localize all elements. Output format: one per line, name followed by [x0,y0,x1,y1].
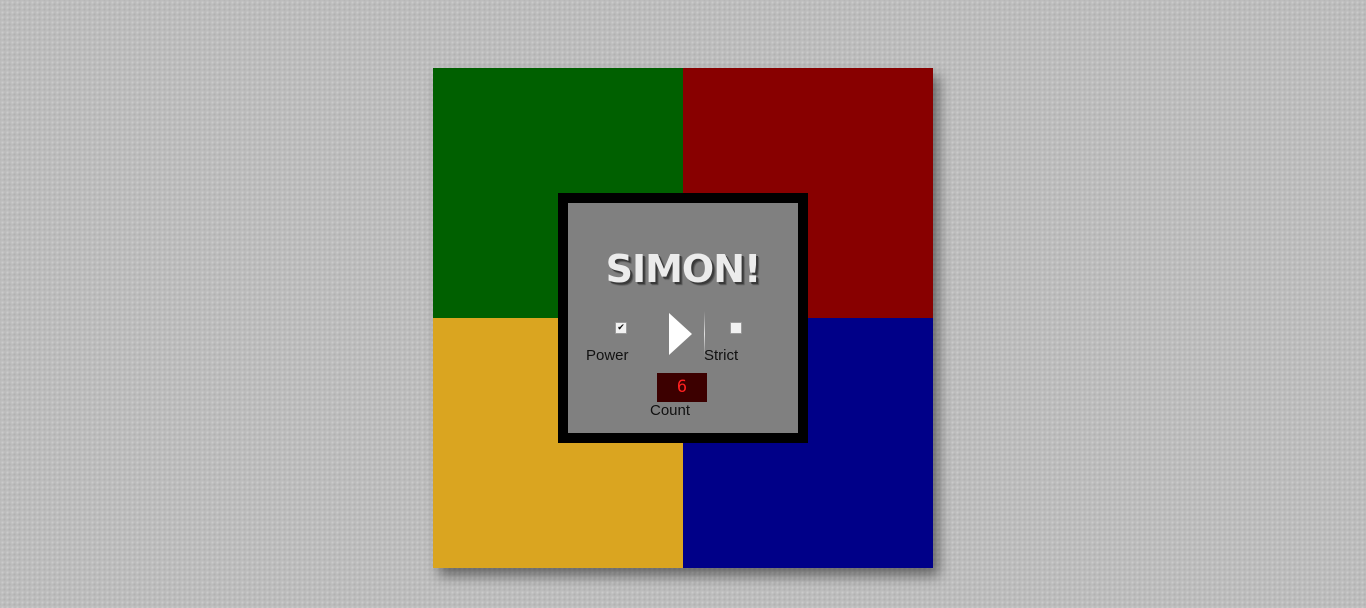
strict-checkbox[interactable] [730,322,742,334]
count-display: 6 [657,373,707,402]
power-label: Power [586,347,629,364]
strict-label: Strict [704,347,739,364]
game-title: SIMON! [605,247,762,291]
simon-board: SIMON! ✔ Power Strict 6 Count [433,68,933,568]
count-label: Count [650,402,691,419]
control-panel: SIMON! ✔ Power Strict 6 Count [558,193,808,443]
play-icon [669,313,692,355]
power-checkbox[interactable]: ✔ [615,322,627,334]
start-button[interactable] [666,309,706,359]
